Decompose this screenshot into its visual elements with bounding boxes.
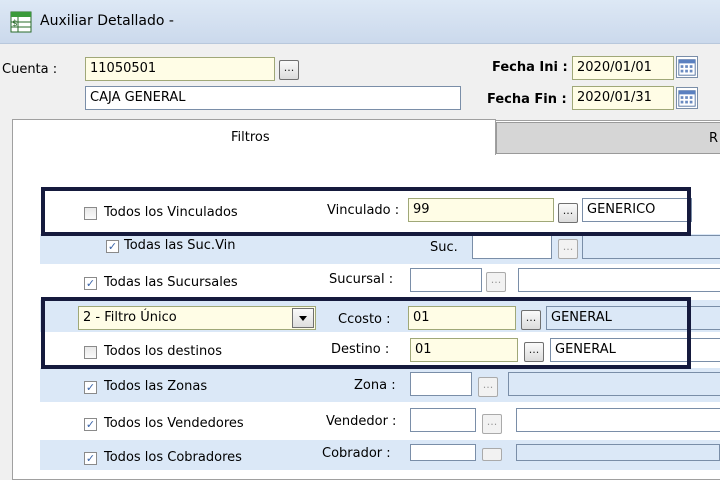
sucursal-label: Sucursal : [329,272,394,287]
suc-field[interactable] [472,235,552,259]
sucursal-field[interactable] [410,268,482,292]
suc-name-field [582,235,720,259]
todos-vendedores-checkbox[interactable]: ✓ [84,418,97,431]
sucursal-lookup-button[interactable]: ... [486,272,506,292]
cuenta-label: Cuenta : [2,62,58,77]
fecha-fin-label: Fecha Fin : [487,92,567,107]
tab-r-label: R [709,131,719,146]
suc-label: Suc. [430,240,458,255]
zona-label: Zona : [354,378,396,393]
fecha-ini-field[interactable]: 2020/01/01 [572,56,674,80]
spreadsheet-app-icon: $ [10,11,32,33]
title-bar: $ Auxiliar Detallado - [0,0,720,44]
cobrador-field[interactable] [410,444,476,461]
tab-r[interactable]: R [496,122,720,154]
todos-zonas-label: Todos las Zonas [104,379,208,394]
vendedor-name-field [516,408,720,432]
cobrador-lookup-button[interactable] [482,448,502,461]
calendar-icon[interactable] [676,87,698,109]
sucursal-name-field [518,268,720,292]
fecha-fin-field[interactable]: 2020/01/31 [572,86,674,110]
cobrador-name-field [516,444,720,461]
cuenta-code-field[interactable]: 11050501 [85,57,275,81]
zona-field[interactable] [410,372,472,396]
todos-vendedores-label: Todos los Vendedores [104,416,244,431]
todas-sucursales-checkbox[interactable]: ✓ [84,277,97,290]
tab-filtros-label: Filtros [231,130,270,145]
todos-zonas-checkbox[interactable]: ✓ [84,381,97,394]
vendedor-label: Vendedor : [326,414,397,429]
window-title: Auxiliar Detallado - [40,13,174,29]
fecha-ini-label: Fecha Ini : [492,60,568,75]
cobrador-label: Cobrador : [322,446,391,461]
todas-suc-vin-checkbox[interactable]: ✓ [106,240,119,253]
cuenta-lookup-button[interactable]: ... [279,60,299,80]
tab-filtros[interactable]: Filtros [12,119,496,155]
highlight-box [41,187,691,236]
cuenta-name-field: CAJA GENERAL [85,86,461,110]
vendedor-lookup-button[interactable]: ... [482,414,502,434]
zona-name-field [508,372,720,396]
todas-suc-vin-label: Todas las Suc.Vin [124,238,236,253]
svg-text:$: $ [12,19,18,29]
highlight-box [41,297,691,369]
todas-sucursales-label: Todas las Sucursales [104,275,238,290]
todos-cobradores-label: Todos los Cobradores [104,450,242,465]
suc-lookup-button[interactable]: ... [558,239,578,259]
vendedor-field[interactable] [410,408,476,432]
calendar-icon[interactable] [676,56,698,78]
zona-lookup-button[interactable]: ... [478,377,498,397]
todos-cobradores-checkbox[interactable]: ✓ [84,452,97,465]
